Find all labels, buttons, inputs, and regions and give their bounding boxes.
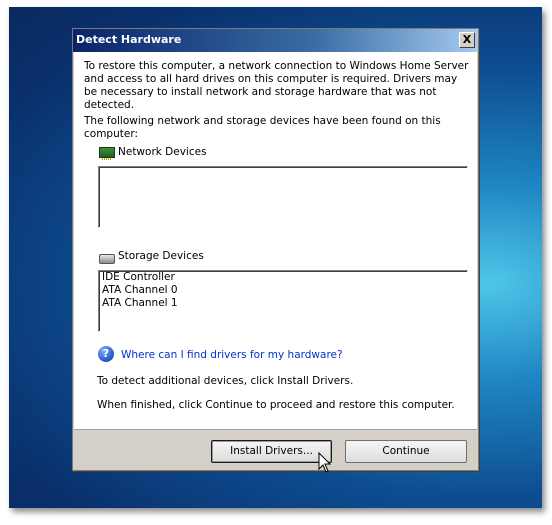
network-devices-label: Network Devices <box>118 146 207 158</box>
list-item[interactable]: ATA Channel 0 <box>99 284 467 297</box>
title-bar[interactable]: Detect Hardware X <box>73 29 478 52</box>
storage-devices-list[interactable]: IDE Controller ATA Channel 0 ATA Channel… <box>98 270 468 332</box>
install-drivers-button[interactable]: Install Drivers... <box>211 440 332 463</box>
network-devices-list[interactable] <box>98 166 468 228</box>
network-adapter-icon <box>99 147 115 160</box>
list-item[interactable]: ATA Channel 1 <box>99 297 467 310</box>
finish-instruction-text: When finished, click Continue to proceed… <box>97 399 455 411</box>
dialog-footer: Install Drivers... Continue <box>74 429 477 470</box>
intro-text: To restore this computer, a network conn… <box>84 60 469 111</box>
continue-button[interactable]: Continue <box>345 440 467 463</box>
hard-disk-icon <box>99 254 115 264</box>
mouse-pointer-icon <box>318 452 332 473</box>
dialog-title: Detect Hardware <box>76 33 182 46</box>
help-icon[interactable]: ? <box>98 346 114 362</box>
detect-devices-text: To detect additional devices, click Inst… <box>97 375 354 387</box>
dialog-content: To restore this computer, a network conn… <box>74 52 477 429</box>
detect-hardware-dialog: Detect Hardware X To restore this comput… <box>72 28 479 471</box>
storage-devices-label: Storage Devices <box>118 250 204 262</box>
list-item[interactable]: IDE Controller <box>99 271 467 284</box>
close-button[interactable]: X <box>459 32 475 48</box>
found-devices-text: The following network and storage device… <box>84 115 441 140</box>
help-link[interactable]: Where can I find drivers for my hardware… <box>121 349 343 361</box>
